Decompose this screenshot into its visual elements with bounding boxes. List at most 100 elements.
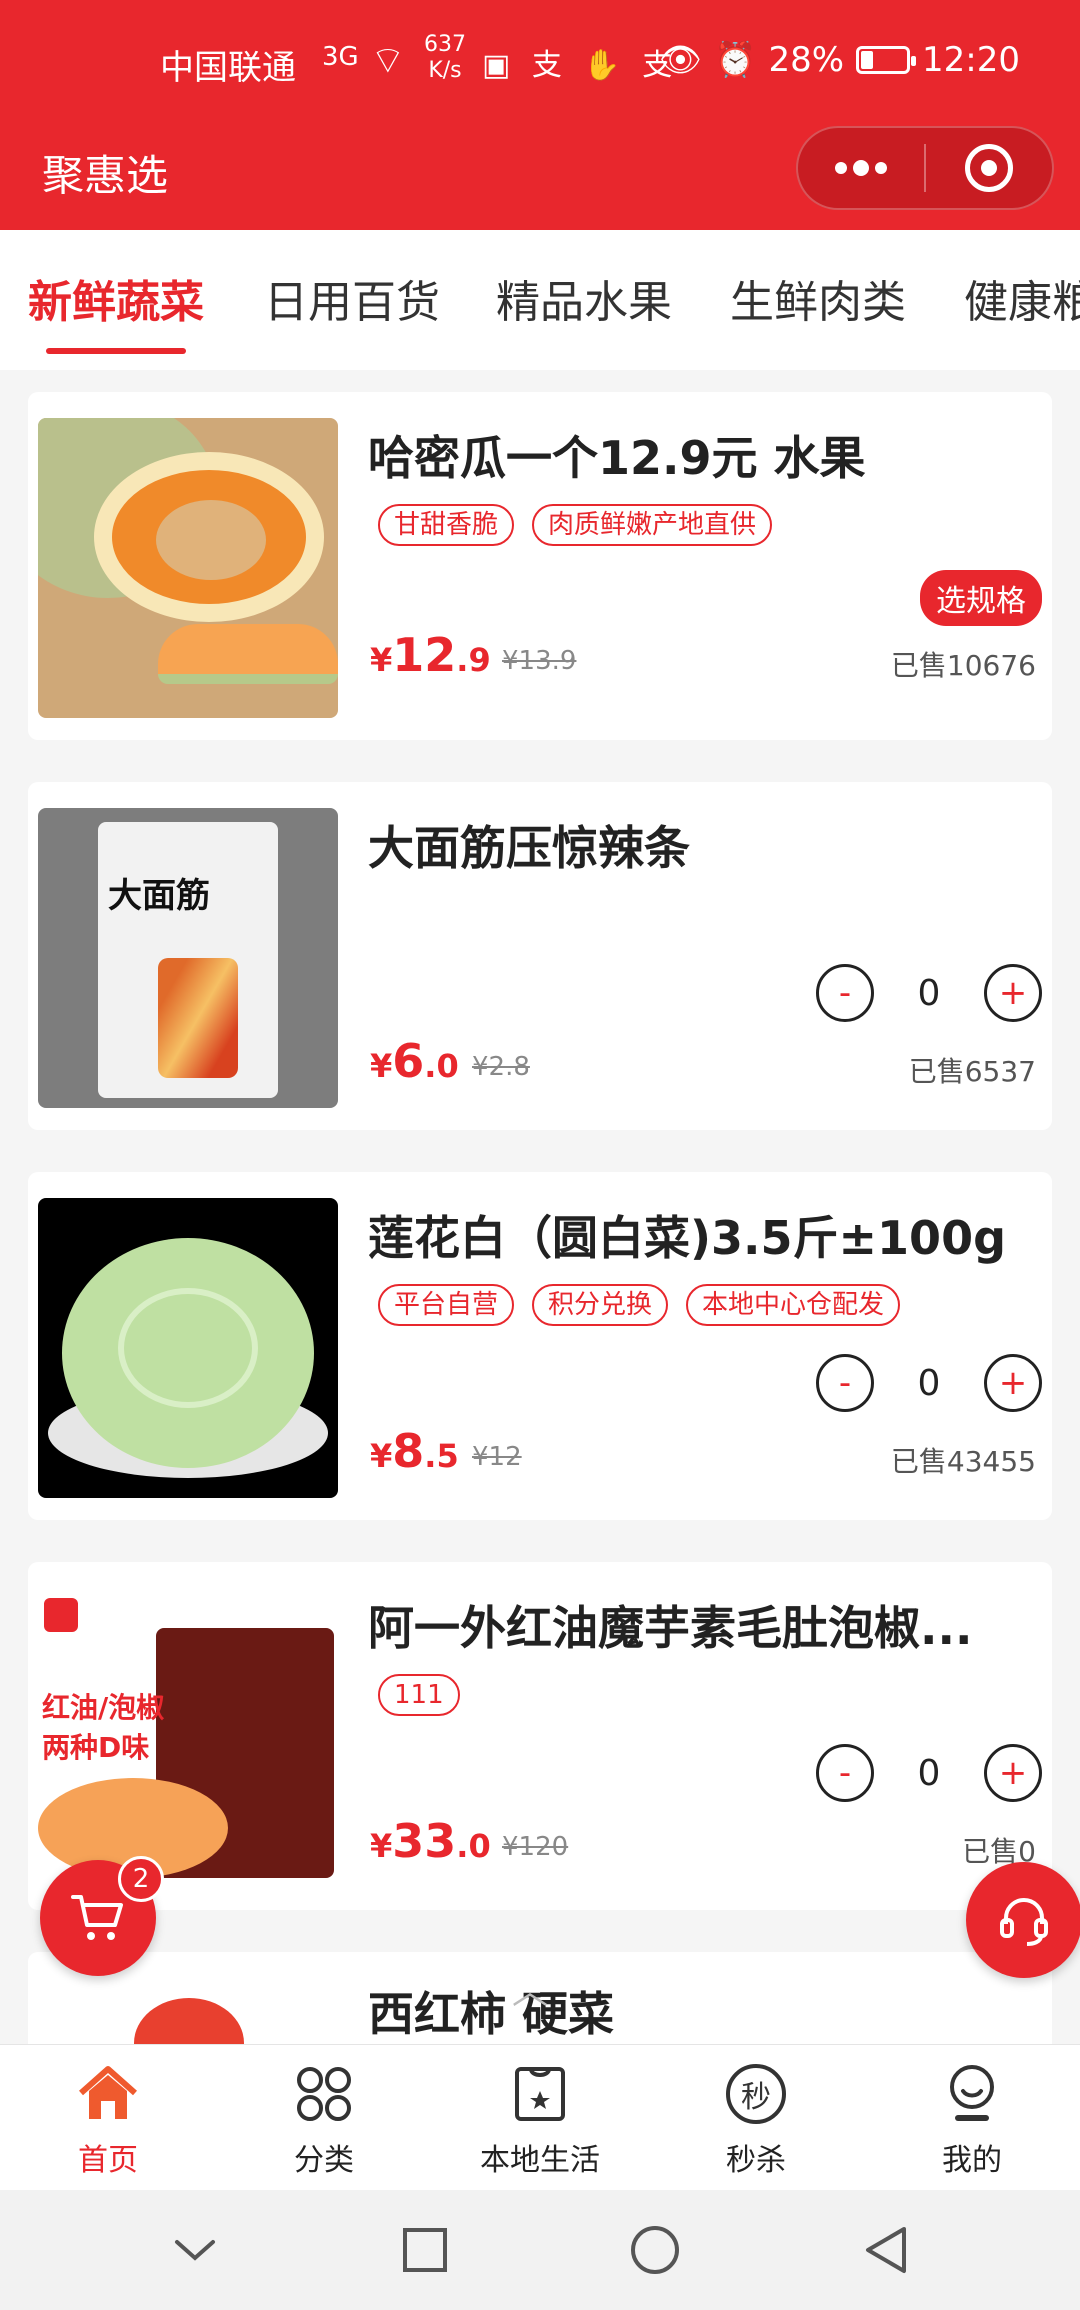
product-name: 莲花白（圆白菜)3.5斤±100g (368, 1211, 1007, 1265)
product-image (38, 418, 338, 718)
price-decimal: .0 (424, 1047, 459, 1085)
cart-button[interactable]: 2 (40, 1856, 164, 1976)
profile-icon (939, 2061, 1005, 2127)
more-dots-icon[interactable] (798, 128, 924, 208)
image-caption: 红油/泡椒 两种D味 (42, 1688, 164, 1768)
recent-apps-icon[interactable] (385, 2210, 465, 2290)
price-integer: 6 (392, 1034, 425, 1088)
battery-fill (861, 51, 874, 69)
customer-service-button[interactable] (966, 1862, 1080, 1978)
signal-icon: 3G (322, 42, 359, 72)
brand-badge-shape (44, 1598, 78, 1632)
back-triangle-icon[interactable] (845, 2210, 925, 2290)
cart-icon (71, 1895, 123, 1940)
melon-slice-shape (158, 624, 338, 684)
carrier-name: 中国联通 (160, 48, 296, 88)
melon-seeds-shape (156, 500, 266, 580)
increase-button[interactable]: + (984, 1354, 1042, 1412)
product-price: ¥6.0 (370, 1034, 459, 1088)
product-tag: 积分兑换 (532, 1284, 669, 1326)
chevron-down-icon[interactable] (155, 2210, 235, 2290)
product-tag: 甘甜香脆 (378, 504, 515, 546)
product-name: 阿一外红油魔芋素毛肚泡椒... (368, 1601, 973, 1655)
image-caption-line: 两种D味 (42, 1731, 150, 1764)
tab-daily-goods[interactable]: 日用百货 (264, 266, 440, 330)
nav-category[interactable]: 分类 (216, 2045, 432, 2190)
original-price: ¥120 (502, 1832, 569, 1862)
app-title: 聚惠选 (42, 151, 169, 200)
nav-home[interactable]: 首页 (0, 2045, 216, 2190)
price-decimal: .5 (424, 1437, 459, 1475)
capsule-close-button[interactable] (926, 128, 1052, 208)
status-right: 👁 ⏰ 28% 12:20 (659, 40, 1020, 80)
battery-percent: 28% (768, 40, 845, 80)
product-price: ¥8.5 (370, 1424, 459, 1478)
home-circle-icon[interactable] (615, 2210, 695, 2290)
nav-local-life[interactable]: 本地生活 (432, 2045, 648, 2190)
product-card[interactable]: 红油/泡椒 两种D味 阿一外红油魔芋素毛肚泡椒... 111 - 0 + ¥33… (28, 1562, 1052, 1910)
price-symbol: ¥ (370, 1827, 393, 1865)
price-integer: 8 (392, 1424, 425, 1478)
tab-fresh-meat[interactable]: 生鲜肉类 (730, 266, 906, 330)
wifi-icon: ⌔ (370, 38, 406, 82)
product-image: 大面筋 (38, 808, 338, 1108)
tab-premium-fruit[interactable]: 精品水果 (496, 266, 672, 330)
sold-count: 已售10676 (890, 649, 1036, 682)
flash-sale-glyph: 秒 (726, 2064, 786, 2124)
product-image (38, 1198, 338, 1498)
quantity-value: 0 (917, 1362, 941, 1404)
increase-button[interactable]: + (984, 964, 1042, 1022)
product-tag: 平台自营 (378, 1284, 515, 1326)
quantity-value: 0 (917, 972, 941, 1014)
original-price: ¥2.8 (472, 1052, 530, 1082)
cart-badge: 2 (118, 1856, 164, 1902)
battery-icon (856, 46, 917, 74)
tab-fresh-vegetables[interactable]: 新鲜蔬菜 (28, 266, 204, 330)
product-price: ¥33.0 (370, 1814, 491, 1868)
cabbage-vein-shape (118, 1288, 258, 1408)
package-text: 大面筋 (108, 876, 210, 916)
price-integer: 33 (392, 1814, 457, 1868)
product-tag: 肉质鲜嫩产地直供 (532, 504, 773, 546)
original-price: ¥13.9 (502, 646, 577, 676)
sold-count: 已售6537 (908, 1055, 1036, 1088)
category-tabs: 新鲜蔬菜 日用百货 精品水果 生鲜肉类 健康粮 (0, 230, 1080, 370)
alarm-icon: ⏰ (714, 40, 757, 80)
product-card[interactable]: 莲花白（圆白菜)3.5斤±100g 平台自营 积分兑换 本地中心仓配发 - 0 … (28, 1172, 1052, 1520)
chevron-up-icon[interactable]: ︿ (512, 1962, 548, 2014)
product-image: 红油/泡椒 两种D味 (38, 1588, 338, 1888)
product-tags: 平台自营 积分兑换 本地中心仓配发 (378, 1284, 901, 1326)
app-header: 聚惠选 (0, 118, 1080, 230)
active-tab-indicator (46, 348, 186, 354)
nav-flash-sale[interactable]: 秒 秒杀 (648, 2045, 864, 2190)
nav-profile[interactable]: 我的 (864, 2045, 1080, 2190)
snack-sticks-shape (158, 958, 238, 1078)
increase-button[interactable]: + (984, 1744, 1042, 1802)
product-tag: 111 (378, 1674, 460, 1716)
sold-count: 已售43455 (890, 1445, 1036, 1478)
product-card[interactable]: 大面筋 大面筋压惊辣条 - 0 + ¥6.0 ¥2.8 已售6537 (28, 782, 1052, 1130)
system-nav-bar (0, 2190, 1080, 2310)
status-bar: 中国联通 3G ⌔ 637 K/s ▣ 支 ✋ 支 👁 ⏰ 28% 12:20 (0, 0, 1080, 118)
network-speed-unit: K/s (428, 58, 462, 83)
product-tag: 本地中心仓配发 (686, 1284, 901, 1326)
local-life-icon (507, 2061, 573, 2127)
network-speed-value: 637 (424, 32, 466, 57)
quantity-value: 0 (917, 1752, 941, 1794)
headset-icon (1000, 1898, 1048, 1946)
network-speed: 637 K/s (424, 32, 466, 84)
price-symbol: ¥ (370, 641, 393, 679)
nav-label: 本地生活 (480, 2143, 600, 2178)
product-card[interactable]: 哈密瓜一个12.9元 水果 甘甜香脆 肉质鲜嫩产地直供 选规格 ¥12.9 ¥1… (28, 392, 1052, 740)
price-decimal: .9 (456, 641, 491, 679)
price-symbol: ¥ (370, 1437, 393, 1475)
decrease-button[interactable]: - (816, 964, 874, 1022)
price-symbol: ¥ (370, 1047, 393, 1085)
nav-label: 我的 (942, 2143, 1002, 2178)
tab-healthy-grain[interactable]: 健康粮 (964, 266, 1080, 330)
flash-sale-icon: 秒 (723, 2061, 789, 2127)
quantity-stepper: - 0 + (816, 964, 1042, 1022)
select-spec-button[interactable]: 选规格 (920, 570, 1042, 626)
decrease-button[interactable]: - (816, 1354, 874, 1412)
decrease-button[interactable]: - (816, 1744, 874, 1802)
